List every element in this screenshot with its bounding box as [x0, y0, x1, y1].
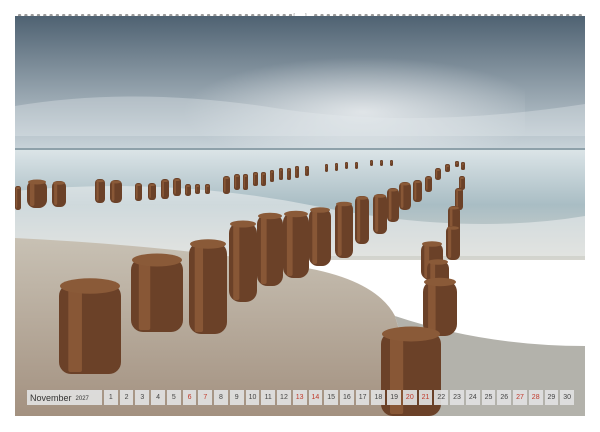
wooden-post	[223, 176, 230, 194]
wooden-post	[455, 161, 459, 167]
wooden-post	[423, 277, 457, 336]
wooden-post	[185, 184, 191, 196]
day-cell: 11	[261, 390, 276, 405]
day-cell: 30	[560, 390, 575, 405]
day-cell: 7	[198, 390, 213, 405]
wooden-post	[345, 162, 348, 169]
wooden-post	[335, 163, 338, 171]
beach-groynes-photo	[15, 16, 585, 416]
day-cells: 1 2 3 4 5 6 7 8 9 10 11 12 13 14 15 16 17 18 19 20 21 22 23 24 2…	[104, 390, 575, 405]
wooden-post	[173, 178, 181, 196]
wooden-post	[243, 174, 248, 190]
wooden-post	[205, 184, 210, 194]
wooden-post	[287, 168, 291, 180]
wooden-post	[309, 207, 331, 266]
horizon-line	[15, 148, 585, 150]
wooden-post	[390, 160, 393, 166]
day-cell: 12	[277, 390, 291, 405]
wooden-post	[189, 239, 227, 334]
wooden-post	[234, 174, 240, 190]
wooden-post	[355, 196, 369, 244]
day-cell: 27	[513, 390, 527, 405]
wooden-post	[461, 162, 465, 170]
day-cell: 15	[324, 390, 339, 405]
day-cell: 24	[465, 390, 480, 405]
wooden-post	[161, 179, 169, 199]
day-cell: 28	[528, 390, 543, 405]
day-cell: 14	[308, 390, 323, 405]
wooden-post	[445, 164, 450, 172]
day-cell: 20	[402, 390, 417, 405]
wooden-post	[373, 194, 387, 234]
wooden-post	[261, 172, 266, 186]
day-cell: 8	[214, 390, 228, 405]
wooden-post	[425, 176, 432, 192]
wooden-post	[355, 162, 358, 169]
day-cell: 23	[450, 390, 464, 405]
day-cell: 1	[104, 390, 118, 405]
wooden-post	[295, 166, 299, 178]
wooden-post	[459, 176, 465, 190]
wooden-post	[110, 180, 122, 203]
wooden-post	[399, 182, 411, 210]
wooden-post	[335, 201, 353, 258]
day-cell: 5	[166, 390, 181, 405]
wooden-post	[15, 186, 21, 210]
day-cell: 6	[182, 390, 197, 405]
wooden-post	[435, 168, 441, 180]
day-cell: 19	[387, 390, 401, 405]
calendar-strip: November 2027 1 2 3 4 5 6 7 8 9 10 11 12 13 14 15 16 17 1…	[27, 390, 575, 405]
day-cell: 13	[292, 390, 307, 405]
wooden-post	[148, 183, 156, 200]
day-cell: 29	[544, 390, 559, 405]
day-cell: 3	[135, 390, 150, 405]
day-cell: 22	[434, 390, 449, 405]
day-cell: 4	[151, 390, 165, 405]
day-cell: 21	[418, 390, 433, 405]
wooden-post	[325, 164, 328, 172]
wooden-post	[52, 181, 66, 207]
wooden-post	[283, 210, 309, 278]
wooden-post	[387, 188, 399, 222]
wooden-post	[257, 212, 283, 286]
wooden-post	[27, 179, 47, 208]
wooden-post	[305, 166, 309, 176]
month-name: November	[30, 392, 72, 403]
month-label-cell: November 2027	[27, 390, 102, 405]
wooden-post	[131, 253, 183, 332]
day-cell: 2	[119, 390, 134, 405]
wooden-post	[229, 220, 257, 302]
wooden-post	[95, 179, 105, 203]
wooden-post	[270, 170, 274, 182]
wooden-post	[59, 278, 121, 374]
wooden-post	[446, 226, 460, 260]
day-cell: 9	[229, 390, 244, 405]
wooden-post	[253, 172, 258, 186]
day-cell: 18	[371, 390, 386, 405]
day-cell: 16	[340, 390, 354, 405]
wooden-post	[370, 160, 373, 166]
wooden-post	[135, 183, 142, 201]
day-cell: 26	[497, 390, 512, 405]
day-cell: 17	[355, 390, 370, 405]
wooden-post	[279, 168, 283, 180]
wooden-post	[195, 184, 200, 194]
wooden-post	[413, 180, 422, 202]
wooden-post	[380, 160, 383, 166]
year-label: 2027	[75, 395, 89, 402]
day-cell: 25	[481, 390, 496, 405]
day-cell: 10	[245, 390, 260, 405]
